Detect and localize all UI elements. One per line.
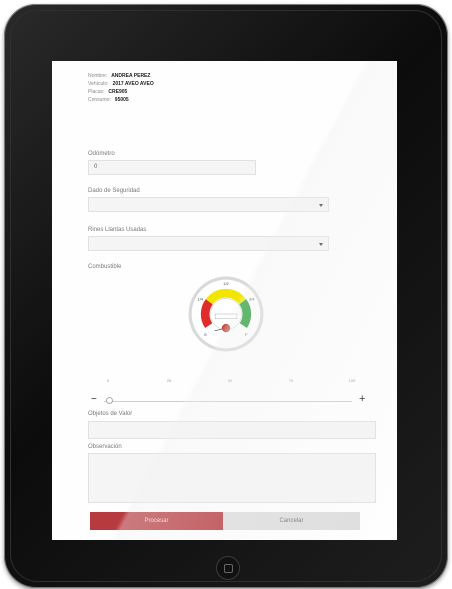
gauge-label-empty: E bbox=[204, 332, 207, 337]
consumer-row: Consumo: 95005 bbox=[88, 96, 154, 104]
chevron-down-icon bbox=[319, 243, 323, 246]
gauge-hub bbox=[221, 323, 231, 333]
gauge-label-half: 1/2 bbox=[223, 281, 228, 286]
customer-name-row: Nombre: ANDREA PEREZ bbox=[88, 72, 154, 80]
slider-tick-label: 0 bbox=[106, 378, 110, 383]
wheels-select[interactable] bbox=[88, 236, 329, 251]
gauge-label-quarter: 1/4 bbox=[198, 297, 204, 302]
vehicle-label: Vehículo: bbox=[88, 81, 109, 87]
objects-label: Objetos de Valor bbox=[88, 411, 133, 417]
process-button[interactable]: Procesar bbox=[90, 512, 223, 530]
wheels-label: Rines Llantas Usadas bbox=[88, 227, 147, 233]
customer-name-value: ANDREA PEREZ bbox=[111, 73, 151, 79]
vehicle-row: Vehículo: 2017 AVEO AVEO bbox=[88, 80, 154, 88]
objects-field[interactable] bbox=[88, 421, 376, 439]
customer-info: Nombre: ANDREA PEREZ Vehículo: 2017 AVEO A… bbox=[88, 72, 154, 104]
screen: Nombre: ANDREA PEREZ Vehículo: 2017 AVEO A… bbox=[52, 61, 397, 540]
notes-label: Observación bbox=[88, 444, 122, 450]
slider-tick-label: 75 bbox=[288, 378, 294, 383]
odometer-value: 0 bbox=[94, 164, 98, 170]
fuel-slider-thumb[interactable] bbox=[106, 397, 113, 404]
gauge-readout-box bbox=[214, 313, 238, 319]
fuel-slider-track[interactable] bbox=[104, 401, 352, 402]
gauge-label-three-quarter: 3/4 bbox=[249, 297, 255, 302]
slider-decrease-button[interactable]: − bbox=[91, 395, 97, 405]
vehicle-value: 2017 AVEO AVEO bbox=[112, 81, 154, 87]
consumer-label: Consumo: bbox=[88, 97, 111, 103]
cancel-button[interactable]: Cancelar bbox=[223, 512, 360, 530]
consumer-value: 95005 bbox=[114, 97, 129, 103]
plate-label: Placas: bbox=[88, 89, 105, 95]
security-select[interactable] bbox=[88, 197, 329, 212]
slider-tick-label: 50 bbox=[227, 378, 233, 383]
security-label: Dado de Seguridad bbox=[88, 188, 140, 194]
customer-name-label: Nombre: bbox=[88, 73, 108, 79]
odometer-field[interactable]: 0 bbox=[88, 160, 256, 175]
plate-value: CRE905 bbox=[108, 89, 128, 95]
slider-tick-label: 25 bbox=[166, 378, 172, 383]
odometer-label: Odómetro bbox=[88, 151, 115, 157]
fuel-label: Combustible bbox=[88, 264, 122, 270]
plate-row: Placas: CRE905 bbox=[88, 88, 154, 96]
home-button[interactable] bbox=[216, 556, 240, 580]
fuel-gauge: 1/2 1/4 3/4 E F bbox=[188, 276, 264, 352]
slider-increase-button[interactable]: + bbox=[359, 394, 365, 405]
notes-textarea[interactable] bbox=[88, 453, 376, 503]
chevron-down-icon bbox=[319, 204, 323, 207]
slider-tick-label: 100 bbox=[348, 378, 356, 383]
slider-ticks: 0 25 50 75 100 bbox=[106, 378, 355, 386]
home-square-icon bbox=[224, 564, 233, 573]
